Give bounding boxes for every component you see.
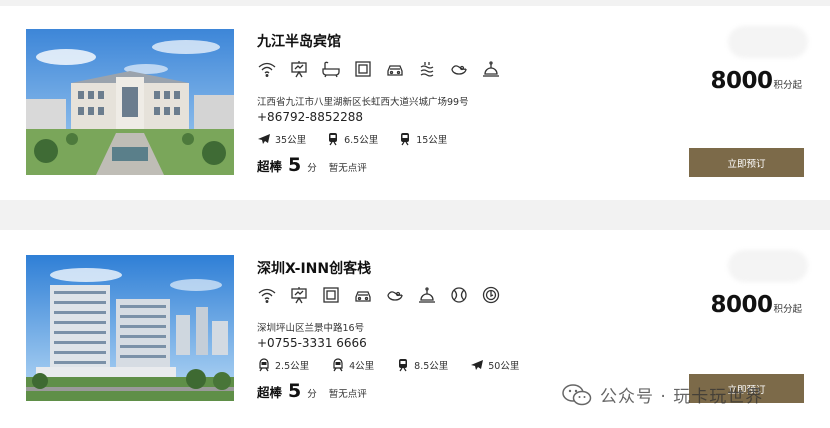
tennis-icon [449, 285, 469, 305]
golf-icon [481, 285, 501, 305]
hotel-name[interactable]: 九江半岛宾馆 [257, 31, 341, 51]
hotel-name[interactable]: 深圳X-INN创客栈 [257, 258, 371, 278]
distance-list: 35公里 6.5公里 15公里 [257, 132, 467, 146]
airplane-icon [258, 134, 270, 144]
hotel-price: 8000 积分起 [710, 292, 802, 318]
subway-icon [259, 358, 269, 372]
dining-icon [385, 285, 405, 305]
hotel-rating: 超棒 5 分 暂无点评 [257, 154, 367, 176]
presentation-icon [289, 285, 309, 305]
hotel-address: 江西省九江市八里湖新区长虹西大道兴城广场99号 [257, 97, 469, 108]
bathtub-icon [321, 59, 341, 79]
distance-text: 35公里 [275, 135, 307, 146]
rating-score: 5 [288, 154, 302, 176]
wechat-watermark: 公众号 · 玩卡玩世界 [562, 382, 763, 407]
distance-item: 4公里 [331, 358, 374, 372]
rating-unit: 分 [307, 163, 317, 174]
rating-unit: 分 [307, 389, 317, 400]
car-icon [385, 59, 405, 79]
hotel-phone: +0755-3331 6666 [257, 336, 367, 350]
distance-item: 50公里 [470, 358, 519, 372]
airplane-icon [471, 360, 484, 370]
dining-icon [449, 59, 469, 79]
price-value: 8000 [710, 292, 773, 318]
distance-item: 15公里 [398, 132, 447, 146]
amenity-icons [257, 59, 501, 79]
price-unit: 积分起 [773, 80, 802, 91]
review-status: 暂无点评 [328, 389, 367, 400]
distance-list: 2.5公里 4公里 8.5公里 50公里 [257, 358, 541, 372]
blurred-badge [728, 26, 808, 58]
service-bell-icon [481, 59, 501, 79]
rating-label: 超棒 [257, 385, 283, 400]
hotel-phone: +86792-8852288 [257, 110, 364, 124]
subway-icon [333, 358, 343, 372]
distance-item: 8.5公里 [396, 358, 448, 372]
car-icon [353, 285, 373, 305]
distance-text: 15公里 [416, 135, 448, 146]
spa-icon [417, 59, 437, 79]
train-icon [329, 133, 338, 146]
price-unit: 积分起 [773, 304, 802, 315]
picture-frame-icon [321, 285, 341, 305]
review-status: 暂无点评 [328, 163, 367, 174]
rating-score: 5 [288, 380, 302, 402]
train-icon [401, 133, 410, 146]
distance-text: 4公里 [349, 361, 375, 372]
distance-text: 50公里 [488, 361, 520, 372]
hotel-rating: 超棒 5 分 暂无点评 [257, 380, 367, 402]
distance-item: 6.5公里 [326, 132, 378, 146]
hotel-photo[interactable] [26, 255, 234, 401]
hotel-photo[interactable] [26, 29, 234, 175]
book-now-button[interactable]: 立即预订 [689, 148, 804, 177]
blurred-badge [728, 250, 808, 282]
presentation-icon [289, 59, 309, 79]
service-bell-icon [417, 285, 437, 305]
distance-text: 6.5公里 [344, 135, 379, 146]
hotel-price: 8000 积分起 [710, 68, 802, 94]
hotel-card[interactable]: 九江半岛宾馆 江西省九江市八里湖新区长虹西大道兴城广场99号 +86792-88… [0, 6, 830, 200]
wifi-icon [257, 59, 277, 79]
picture-frame-icon [353, 59, 373, 79]
train-icon [399, 359, 408, 372]
hotel-address: 深圳坪山区兰景中路16号 [257, 323, 365, 334]
distance-item: 35公里 [257, 132, 306, 146]
price-value: 8000 [710, 68, 773, 94]
wechat-logo-icon [562, 383, 592, 405]
distance-item: 2.5公里 [257, 358, 309, 372]
watermark-text: 公众号 · 玩卡玩世界 [600, 387, 764, 407]
wifi-icon [257, 285, 277, 305]
amenity-icons [257, 285, 501, 305]
distance-text: 8.5公里 [414, 361, 449, 372]
rating-label: 超棒 [257, 159, 283, 174]
distance-text: 2.5公里 [275, 361, 310, 372]
